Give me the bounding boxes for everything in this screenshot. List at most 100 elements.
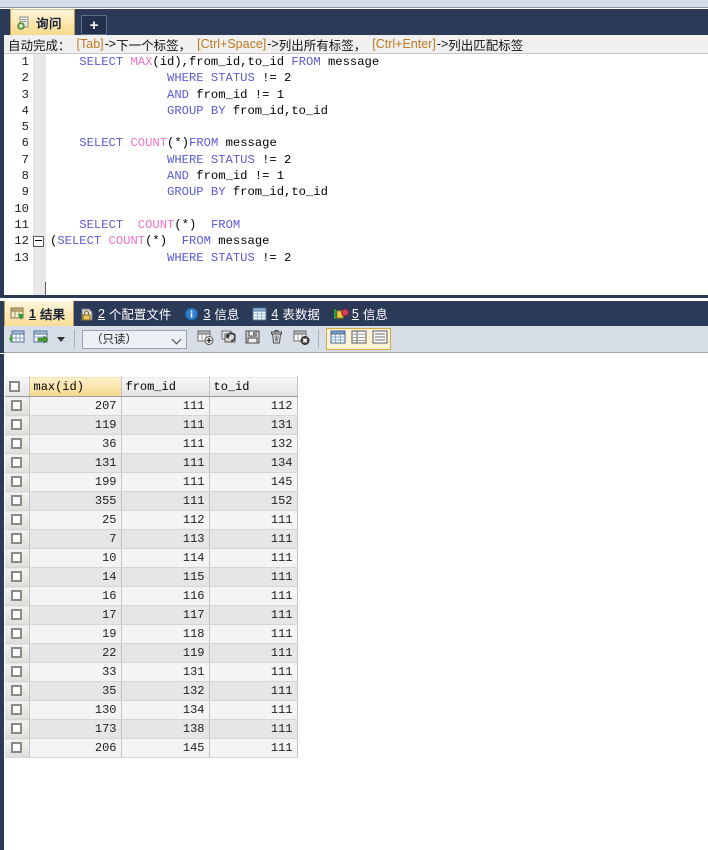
checkbox-icon[interactable]	[11, 457, 23, 469]
table-row[interactable]: 131 111 134	[5, 453, 298, 473]
cell-to_id[interactable]: 111	[209, 624, 298, 644]
cell-from_id[interactable]: 145	[121, 738, 210, 758]
cell-maxid[interactable]: 206	[29, 738, 122, 758]
cell-from_id[interactable]: 114	[121, 548, 210, 568]
checkbox-icon[interactable]	[11, 666, 23, 678]
sql-editor[interactable]: 1 SELECT MAX(id),from_id,to_id FROM mess…	[0, 54, 708, 298]
checkbox-icon[interactable]	[9, 380, 20, 392]
result-grid[interactable]: max(id) from_id to_id 207 111 112 119 111 131…	[5, 376, 298, 758]
cell-from_id[interactable]: 138	[121, 719, 210, 739]
checkbox-icon[interactable]	[11, 419, 23, 431]
table-row[interactable]: 7 113 111	[5, 529, 298, 549]
row-select-cell[interactable]	[5, 548, 30, 568]
cell-from_id[interactable]: 116	[121, 586, 210, 606]
cell-from_id[interactable]: 134	[121, 700, 210, 720]
row-select-cell[interactable]	[5, 605, 30, 625]
cell-from_id[interactable]: 111	[121, 434, 210, 454]
table-row[interactable]: 19 118 111	[5, 624, 298, 644]
row-select-cell[interactable]	[5, 719, 30, 739]
row-select-cell[interactable]	[5, 529, 30, 549]
cell-to_id[interactable]: 112	[209, 396, 298, 416]
table-row[interactable]: 35 132 111	[5, 681, 298, 701]
cell-maxid[interactable]: 355	[29, 491, 122, 511]
cell-maxid[interactable]: 199	[29, 472, 122, 492]
cell-to_id[interactable]: 111	[209, 738, 298, 758]
row-select-cell[interactable]	[5, 472, 30, 492]
cell-from_id[interactable]: 119	[121, 643, 210, 663]
grid-mode-select[interactable]: （只读）	[82, 329, 187, 349]
table-row[interactable]: 119 111 131	[5, 415, 298, 435]
result-tab-1[interactable]: 1 结果	[4, 301, 74, 326]
table-row[interactable]: 17 117 111	[5, 605, 298, 625]
cell-maxid[interactable]: 173	[29, 719, 122, 739]
column-header-max-id[interactable]: max(id)	[29, 376, 122, 397]
cell-from_id[interactable]: 113	[121, 529, 210, 549]
cell-from_id[interactable]: 115	[121, 567, 210, 587]
row-select-cell[interactable]	[5, 586, 30, 606]
cell-to_id[interactable]: 111	[209, 662, 298, 682]
checkbox-icon[interactable]	[11, 533, 23, 545]
row-select-cell[interactable]	[5, 700, 30, 720]
table-row[interactable]: 207 111 112	[5, 396, 298, 416]
checkbox-icon[interactable]	[11, 590, 23, 602]
form-layout-button[interactable]	[348, 329, 369, 349]
cell-to_id[interactable]: 131	[209, 415, 298, 435]
table-row[interactable]: 22 119 111	[5, 643, 298, 663]
cell-maxid[interactable]: 207	[29, 396, 122, 416]
row-select-cell[interactable]	[5, 453, 30, 473]
list-layout-button[interactable]	[369, 329, 390, 349]
cell-from_id[interactable]: 111	[121, 491, 210, 511]
row-select-cell[interactable]	[5, 681, 30, 701]
cell-from_id[interactable]: 111	[121, 472, 210, 492]
grid-layout-button[interactable]	[327, 329, 348, 349]
table-row[interactable]: 355 111 152	[5, 491, 298, 511]
cell-to_id[interactable]: 111	[209, 510, 298, 530]
cell-to_id[interactable]: 111	[209, 529, 298, 549]
cell-maxid[interactable]: 131	[29, 453, 122, 473]
row-select-cell[interactable]	[5, 415, 30, 435]
checkbox-icon[interactable]	[11, 647, 23, 659]
form-view-button[interactable]	[30, 329, 51, 349]
cell-maxid[interactable]: 35	[29, 681, 122, 701]
checkbox-icon[interactable]	[11, 685, 23, 697]
row-select-cell[interactable]	[5, 491, 30, 511]
cell-to_id[interactable]: 111	[209, 548, 298, 568]
table-row[interactable]: 206 145 111	[5, 738, 298, 758]
cell-maxid[interactable]: 17	[29, 605, 122, 625]
cell-to_id[interactable]: 111	[209, 719, 298, 739]
table-row[interactable]: 10 114 111	[5, 548, 298, 568]
cell-maxid[interactable]: 33	[29, 662, 122, 682]
cancel-record-button[interactable]	[290, 329, 311, 349]
new-tab-button[interactable]: +	[81, 15, 108, 35]
checkbox-icon[interactable]	[11, 742, 23, 754]
result-tab-4[interactable]: 4 表数据	[247, 301, 327, 326]
cell-maxid[interactable]: 14	[29, 567, 122, 587]
checkbox-icon[interactable]	[11, 400, 23, 412]
result-tab-5[interactable]: 5 信息	[328, 301, 396, 326]
result-tab-2[interactable]: 2 个配置文件	[74, 301, 179, 326]
table-row[interactable]: 199 111 145	[5, 472, 298, 492]
sql-code-area[interactable]: 1 SELECT MAX(id),from_id,to_id FROM mess…	[0, 54, 379, 266]
tab-query[interactable]: 询问	[10, 9, 76, 35]
table-row[interactable]: 25 112 111	[5, 510, 298, 530]
add-record-button[interactable]	[194, 329, 215, 349]
refresh-record-button[interactable]	[218, 329, 239, 349]
cell-from_id[interactable]: 118	[121, 624, 210, 644]
row-select-cell[interactable]	[5, 624, 30, 644]
row-select-cell[interactable]	[5, 567, 30, 587]
checkbox-icon[interactable]	[11, 571, 23, 583]
checkbox-icon[interactable]	[11, 514, 23, 526]
cell-from_id[interactable]: 111	[121, 396, 210, 416]
cell-to_id[interactable]: 132	[209, 434, 298, 454]
cell-to_id[interactable]: 111	[209, 605, 298, 625]
row-select-cell[interactable]	[5, 396, 30, 416]
cell-to_id[interactable]: 111	[209, 700, 298, 720]
cell-to_id[interactable]: 111	[209, 681, 298, 701]
cell-to_id[interactable]: 111	[209, 567, 298, 587]
cell-from_id[interactable]: 111	[121, 415, 210, 435]
cell-from_id[interactable]: 112	[121, 510, 210, 530]
table-row[interactable]: 130 134 111	[5, 700, 298, 720]
table-row[interactable]: 36 111 132	[5, 434, 298, 454]
cell-maxid[interactable]: 119	[29, 415, 122, 435]
select-all-header[interactable]	[5, 376, 30, 397]
